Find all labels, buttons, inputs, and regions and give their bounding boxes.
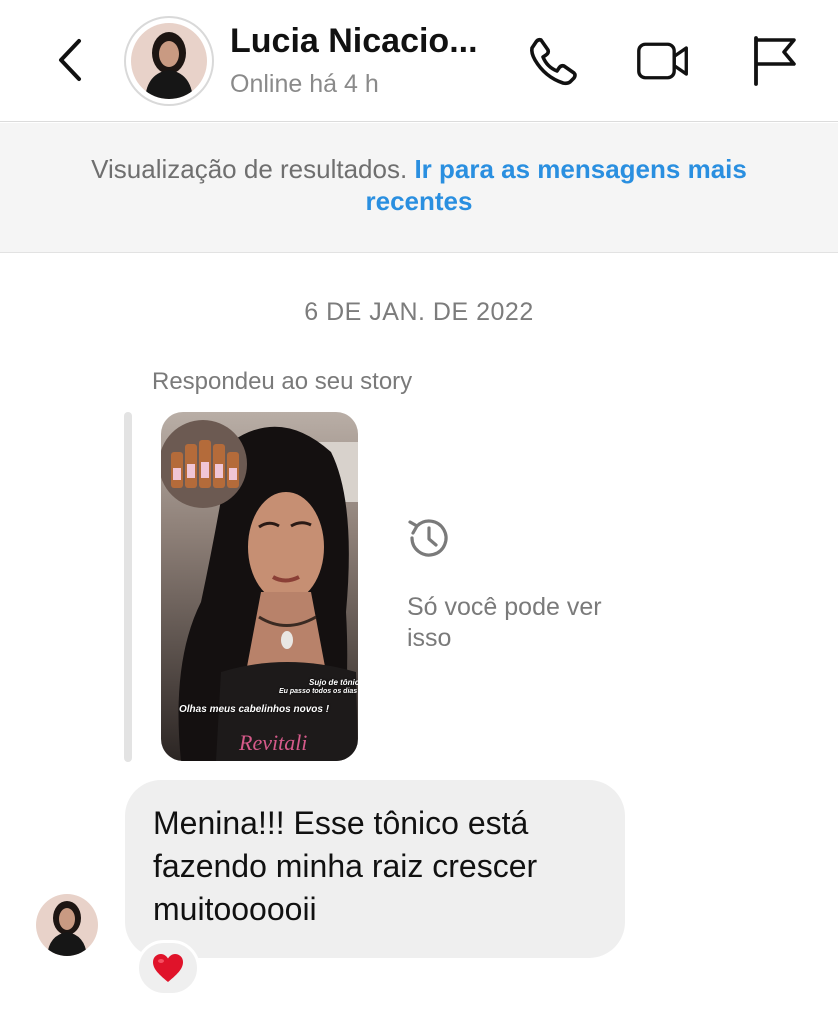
story-expired-notice: Só você pode ver isso	[407, 593, 602, 652]
story-caption-main: Olhas meus cabelinhos novos !	[179, 704, 330, 715]
reply-indicator-bar	[124, 412, 132, 762]
search-results-banner: Visualização de resultados. Ir para as m…	[0, 123, 838, 253]
heart-icon	[153, 954, 183, 982]
phone-icon	[530, 37, 577, 86]
history-clock-icon	[408, 519, 448, 557]
story-reply-label: Respondeu ao seu story	[152, 368, 413, 395]
reaction-badge[interactable]	[136, 940, 200, 996]
contact-avatar[interactable]	[124, 16, 214, 106]
contact-name[interactable]: Lucia Nicacio...	[230, 22, 478, 61]
video-call-button[interactable]	[636, 34, 690, 88]
chat-header: Lucia Nicacio... Online há 4 h	[0, 0, 838, 122]
voice-call-button[interactable]	[526, 34, 580, 88]
go-to-recent-messages-link[interactable]: Ir para as mensagens mais recentes	[366, 154, 747, 216]
video-camera-icon	[637, 42, 688, 80]
back-button[interactable]	[48, 36, 92, 84]
message-bubble[interactable]: Menina!!! Esse tônico está fazendo minha…	[125, 780, 625, 958]
flag-icon	[754, 36, 796, 86]
contact-avatar-image	[131, 23, 207, 99]
story-caption-small-2: Eu passo todos os dias	[279, 688, 358, 695]
story-preview[interactable]: Revitali Sujo de tônico Eu passo todos o…	[161, 412, 358, 761]
date-separator: 6 DE JAN. DE 2022	[304, 298, 534, 326]
back-arrow-icon	[59, 39, 81, 81]
story-caption-small-1: Sujo de tônico	[309, 678, 358, 687]
svg-text:Revitali: Revitali	[238, 730, 307, 755]
sender-avatar[interactable]	[36, 894, 98, 956]
report-button[interactable]	[746, 34, 800, 88]
banner-text: Visualização de resultados.	[91, 154, 408, 184]
online-status: Online há 4 h	[230, 70, 379, 98]
